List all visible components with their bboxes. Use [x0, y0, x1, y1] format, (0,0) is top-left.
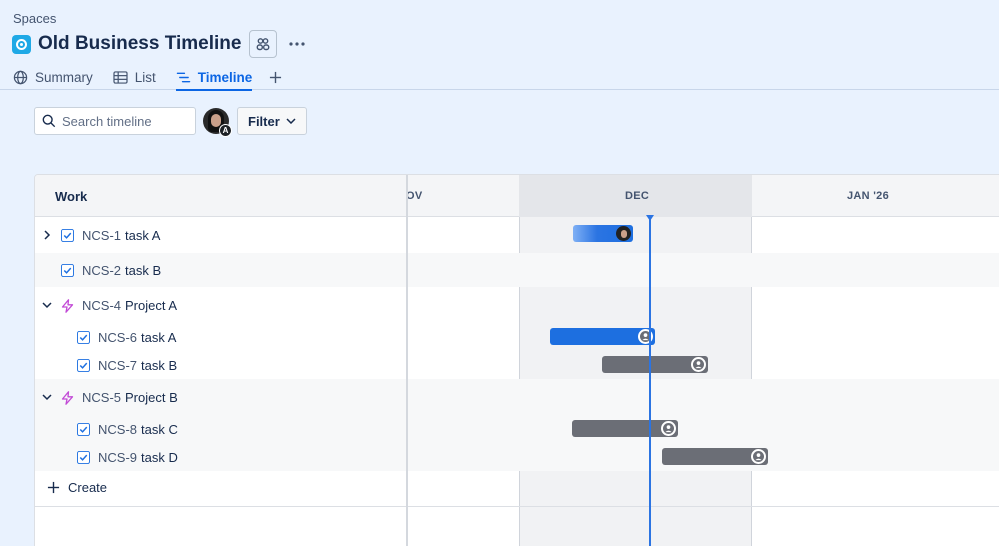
epic-lightning-icon: [61, 390, 74, 405]
assignee-filter-avatar[interactable]: A: [203, 108, 232, 137]
task-checkbox-icon: [77, 358, 90, 372]
issue-key[interactable]: NCS-9: [98, 450, 137, 465]
title-row: Old Business Timeline: [12, 30, 307, 58]
avatar-badge: A: [219, 124, 232, 137]
space-avatar-icon: [12, 34, 31, 54]
tab-summary[interactable]: Summary: [13, 64, 93, 90]
task-checkbox-icon: [77, 330, 90, 344]
issue-summary[interactable]: task D: [141, 450, 178, 465]
search-field[interactable]: [34, 107, 196, 135]
create-label: Create: [68, 480, 108, 495]
issue-summary[interactable]: Project A: [125, 298, 177, 313]
month-label-dec: DEC: [625, 190, 650, 202]
breadcrumb[interactable]: Spaces: [13, 11, 56, 26]
task-checkbox-icon: [77, 422, 90, 436]
issue-key[interactable]: NCS-8: [98, 422, 137, 437]
today-marker: [649, 217, 651, 546]
divider: [35, 506, 999, 507]
timeline-bar-ncs-9[interactable]: [662, 448, 768, 465]
assignee-avatar: [616, 226, 631, 241]
issue-summary[interactable]: Project B: [125, 390, 178, 405]
chevron-down-icon[interactable]: [41, 393, 53, 401]
issue-key[interactable]: NCS-2: [82, 263, 121, 278]
tab-label: Summary: [35, 69, 93, 85]
task-checkbox-icon: [77, 450, 90, 464]
list-item[interactable]: NCS-2 task B: [35, 253, 999, 287]
tab-label: Timeline: [197, 69, 253, 85]
globe-icon: [13, 70, 28, 84]
list-item[interactable]: NCS-8 task C: [35, 415, 999, 443]
month-label-jan: JAN '26: [847, 190, 890, 202]
issue-key[interactable]: NCS-4: [82, 298, 121, 313]
issue-key[interactable]: NCS-5: [82, 390, 121, 405]
chevron-right-icon[interactable]: [41, 230, 53, 240]
user-icon: [751, 449, 766, 464]
list-item[interactable]: NCS-9 task D: [35, 443, 999, 471]
search-input[interactable]: [62, 113, 182, 129]
timeline-bar-ncs-8[interactable]: [572, 420, 678, 437]
plus-icon: [269, 71, 281, 83]
list-item[interactable]: NCS-6 task A: [35, 323, 999, 351]
work-column-resizer[interactable]: [406, 175, 408, 546]
chevron-down-icon[interactable]: [41, 301, 53, 309]
more-icon: [289, 42, 306, 46]
tab-list[interactable]: List: [113, 64, 156, 90]
people-icon: [257, 38, 270, 51]
task-checkbox-icon: [61, 228, 74, 242]
list-item[interactable]: NCS-4 Project A: [35, 287, 999, 323]
list-item[interactable]: NCS-7 task B: [35, 351, 999, 379]
task-checkbox-icon: [61, 263, 74, 277]
tab-label: List: [134, 69, 156, 85]
add-view-button[interactable]: [266, 68, 284, 86]
issue-key[interactable]: NCS-1: [82, 228, 121, 243]
issue-summary[interactable]: task A: [141, 330, 176, 345]
list-item[interactable]: NCS-5 Project B: [35, 379, 999, 415]
timeline-bar-ncs-6[interactable]: [550, 328, 655, 345]
issue-key[interactable]: NCS-6: [98, 330, 137, 345]
list-icon: [113, 70, 128, 84]
timeline-bar-ncs-1[interactable]: [573, 225, 633, 242]
timeline-bar-ncs-7[interactable]: [602, 356, 708, 373]
epic-lightning-icon: [61, 298, 74, 313]
timeline-grid: Work OV DEC JAN '26 NCS-1 task A NCS-2 t…: [34, 174, 999, 546]
issue-summary[interactable]: task B: [141, 358, 177, 373]
view-tabs: Summary List Timeline: [13, 64, 284, 91]
timeline-toolbar: A Filter: [34, 107, 307, 137]
issue-key[interactable]: NCS-7: [98, 358, 137, 373]
user-icon: [691, 357, 706, 372]
people-button[interactable]: [249, 30, 278, 58]
user-icon: [661, 421, 676, 436]
month-label-nov: OV: [406, 190, 423, 202]
space-header: Spaces Old Business Timeline Summary Lis…: [0, 0, 999, 91]
plus-icon: [47, 481, 60, 494]
today-marker-cap: [646, 215, 654, 221]
tab-timeline[interactable]: Timeline: [175, 64, 253, 91]
chevron-down-icon: [286, 118, 296, 124]
list-item[interactable]: NCS-1 task A: [35, 217, 999, 253]
filter-button[interactable]: Filter: [237, 107, 307, 135]
page-title: Old Business Timeline: [38, 33, 242, 54]
timeline-icon: [176, 72, 191, 82]
work-column-header: Work: [55, 189, 88, 204]
issue-summary[interactable]: task A: [125, 228, 160, 243]
search-icon: [42, 114, 56, 128]
more-actions-button[interactable]: [287, 34, 307, 54]
issue-summary[interactable]: task C: [141, 422, 178, 437]
filter-label: Filter: [248, 113, 280, 129]
create-button[interactable]: Create: [47, 480, 107, 495]
issue-summary[interactable]: task B: [125, 263, 161, 278]
